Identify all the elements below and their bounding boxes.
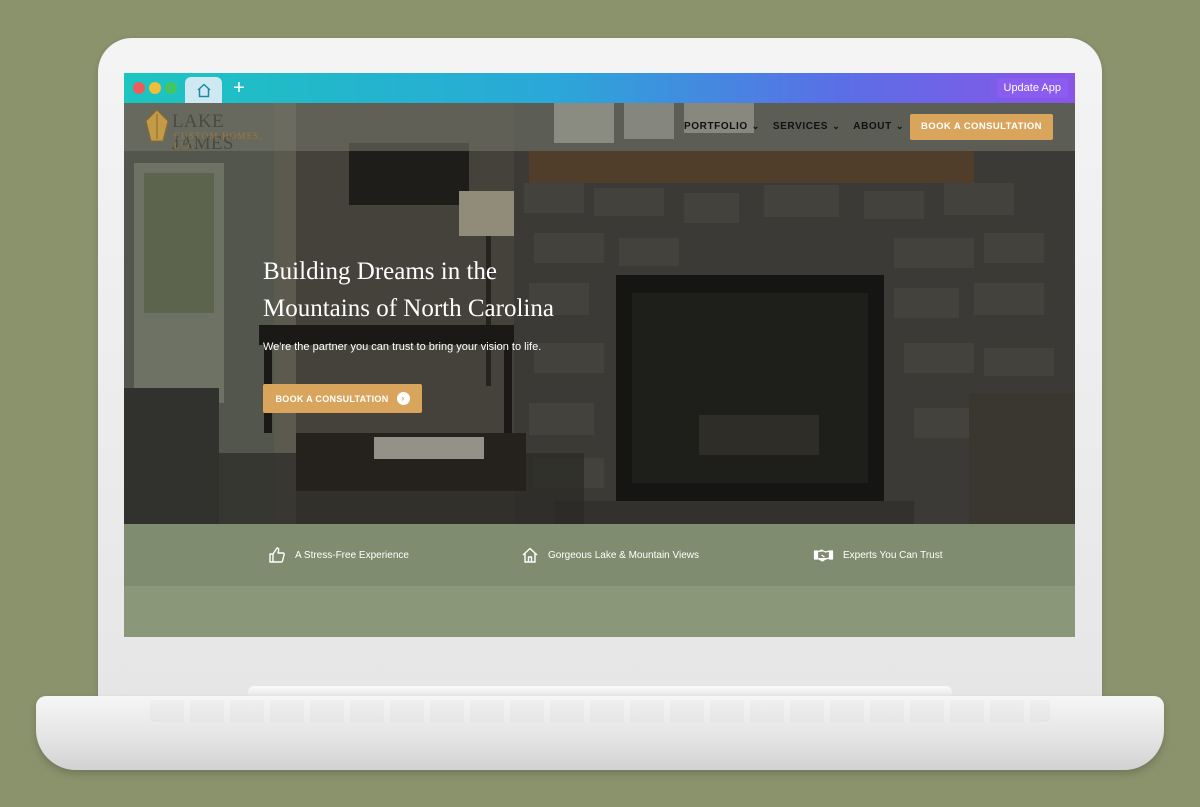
- header-book-consultation-button[interactable]: BOOK A CONSULTATION: [910, 114, 1053, 140]
- chevron-down-icon: ⌄: [895, 121, 904, 131]
- feature-stress-free: A Stress-Free Experience: [268, 546, 409, 564]
- chevron-down-icon: ⌄: [751, 121, 760, 131]
- site-header: LAKE JAMES CUSTOM HOMES, LLC PORTFOLIO ⌄…: [124, 103, 1075, 154]
- home-icon: [196, 83, 211, 97]
- main-nav: PORTFOLIO ⌄ SERVICES ⌄ ABOUT ⌄: [684, 121, 917, 132]
- nav-portfolio-label: PORTFOLIO: [684, 121, 748, 132]
- nav-about-label: ABOUT: [853, 121, 892, 132]
- arrow-right-circle-icon: ›: [396, 392, 410, 405]
- tab-home[interactable]: [185, 77, 222, 103]
- nav-about[interactable]: ABOUT ⌄: [853, 121, 904, 132]
- browser-toolbar: + Update App: [124, 73, 1075, 103]
- nav-services[interactable]: SERVICES ⌄: [773, 121, 840, 132]
- laptop-screen: + Update App LAKE JAMES CUSTOM HOMES, LL…: [124, 73, 1075, 637]
- feature-lake-views: Gorgeous Lake & Mountain Views: [521, 546, 699, 564]
- logo-subtext: CUSTOM HOMES, LLC: [174, 131, 263, 151]
- nav-portfolio[interactable]: PORTFOLIO ⌄: [684, 121, 760, 132]
- hero-book-consultation-button[interactable]: BOOK A CONSULTATION ›: [263, 384, 422, 413]
- hero-title: Building Dreams in the Mountains of Nort…: [263, 253, 643, 327]
- house-icon: [522, 547, 538, 563]
- nav-services-label: SERVICES: [772, 121, 829, 132]
- thumbs-up-icon: [269, 547, 285, 563]
- minimize-window-button[interactable]: [149, 82, 161, 94]
- laptop-keyboard: [150, 700, 1050, 722]
- maximize-window-button[interactable]: [165, 82, 177, 94]
- site-logo[interactable]: LAKE JAMES CUSTOM HOMES, LLC: [144, 109, 284, 154]
- handshake-icon: [813, 549, 834, 562]
- hero-title-line-2: Mountains of North Carolina: [263, 295, 554, 322]
- chevron-down-icon: ⌄: [832, 121, 841, 131]
- feature-label: A Stress-Free Experience: [295, 549, 409, 561]
- hero-section: LAKE JAMES CUSTOM HOMES, LLC PORTFOLIO ⌄…: [124, 103, 1075, 524]
- feature-experts: Experts You Can Trust: [813, 546, 943, 564]
- update-app-button[interactable]: Update App: [996, 78, 1068, 98]
- features-band: A Stress-Free Experience Gorgeous Lake &…: [124, 524, 1075, 586]
- arrowhead-logo-icon: [145, 109, 169, 142]
- close-window-button[interactable]: [133, 82, 145, 94]
- feature-label: Gorgeous Lake & Mountain Views: [548, 549, 700, 561]
- hero-cta-label: BOOK A CONSULTATION: [275, 393, 389, 404]
- new-tab-button[interactable]: +: [229, 78, 249, 98]
- hero-subtitle: We're the partner you can trust to bring…: [263, 341, 542, 353]
- feature-label: Experts You Can Trust: [843, 549, 943, 561]
- hero-title-line-1: Building Dreams in the: [263, 258, 497, 285]
